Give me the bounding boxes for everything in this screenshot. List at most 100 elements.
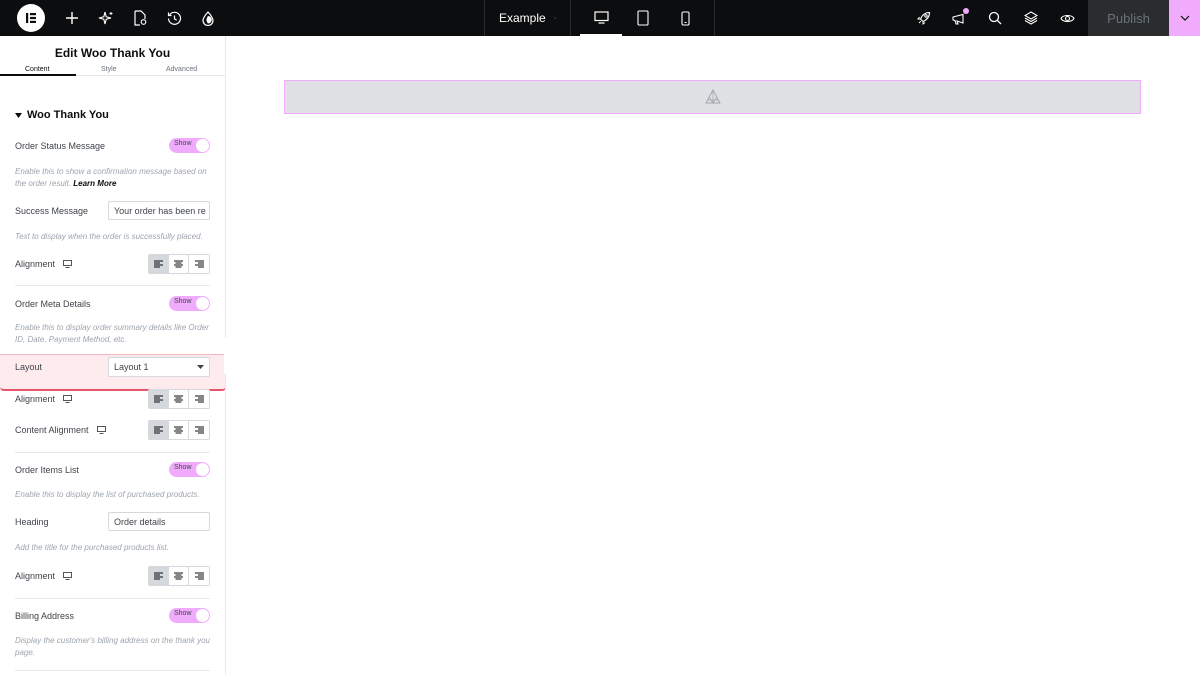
heading-description: Add the title for the purchased products…	[15, 543, 169, 552]
align-left-icon[interactable]	[149, 390, 169, 408]
order-status-toggle[interactable]: Show	[169, 138, 210, 153]
mobile-device-icon[interactable]	[664, 0, 706, 36]
notification-dot	[963, 8, 969, 14]
layout-label: Layout	[15, 362, 43, 372]
content-alignment-label: Content Alignment	[15, 425, 106, 435]
ai-sparkle-icon[interactable]	[89, 0, 123, 36]
align-left-icon[interactable]	[149, 421, 169, 439]
document-title-dropdown[interactable]: Example	[485, 0, 571, 36]
desktop-responsive-icon[interactable]	[63, 395, 72, 403]
order-status-row: Order Status Message Show	[15, 138, 210, 153]
publish-options-button[interactable]	[1169, 0, 1200, 36]
page-settings-icon[interactable]	[123, 0, 157, 36]
learn-more-link[interactable]: Learn More	[73, 179, 116, 188]
chevron-down-icon	[1180, 15, 1189, 21]
alignment-label-text: Alignment	[15, 259, 56, 269]
woo-thank-you-widget-placeholder[interactable]	[284, 80, 1141, 114]
search-icon[interactable]	[977, 0, 1013, 36]
preview-canvas	[227, 36, 1200, 675]
success-message-description: Text to display when the order is succes…	[15, 232, 203, 241]
toggle-label: Show	[174, 610, 192, 617]
document-selector[interactable]: Example	[484, 0, 571, 36]
tablet-device-icon[interactable]	[622, 0, 664, 36]
announcements-icon[interactable]	[941, 0, 977, 36]
layout-select[interactable]: Layout 1	[108, 357, 210, 377]
align-left-icon[interactable]	[149, 255, 169, 273]
success-message-input[interactable]: Your order has been re	[108, 201, 210, 220]
heading-input[interactable]: Order details	[108, 512, 210, 531]
content-alignment-label-text: Content Alignment	[15, 425, 89, 435]
align-center-icon[interactable]	[169, 567, 189, 585]
order-items-row: Order Items List Show	[15, 462, 210, 477]
toggle-knob	[196, 609, 209, 622]
history-icon[interactable]	[157, 0, 191, 36]
align-right-icon[interactable]	[189, 390, 209, 408]
alignment-label-text: Alignment	[15, 571, 56, 581]
alignment-label: Alignment	[15, 259, 72, 269]
tab-advanced[interactable]: Advanced	[166, 66, 197, 73]
layout-row: Layout Layout 1	[15, 357, 210, 377]
rocket-icon[interactable]	[905, 0, 941, 36]
divider	[714, 0, 715, 36]
billing-address-description: Display the customer's billing address o…	[15, 636, 210, 657]
preview-eye-icon[interactable]	[1049, 0, 1085, 36]
heading-row: Heading Order details	[15, 512, 210, 531]
divider	[15, 285, 210, 286]
responsive-device-switcher	[580, 0, 706, 36]
chevron-down-icon	[553, 17, 556, 19]
desktop-device-icon[interactable]	[580, 0, 622, 36]
toggle-knob	[196, 139, 209, 152]
caret-down-icon	[197, 365, 204, 369]
alignment-button-group	[148, 389, 210, 409]
add-element-icon[interactable]	[55, 0, 89, 36]
align-center-icon[interactable]	[169, 421, 189, 439]
publish-button[interactable]: Publish	[1088, 0, 1169, 36]
alignment-label: Alignment	[15, 394, 72, 404]
top-bar: Example Publish	[0, 0, 1200, 36]
order-meta-row: Order Meta Details Show	[15, 296, 210, 311]
top-bar-left-tools	[0, 0, 225, 36]
alignment-row: Alignment	[15, 566, 210, 586]
order-status-label: Order Status Message	[15, 140, 106, 151]
layers-icon[interactable]	[1013, 0, 1049, 36]
panel-title: Edit Woo Thank You	[54, 46, 171, 60]
section-title: Woo Thank You	[27, 109, 109, 121]
alignment-button-group	[148, 566, 210, 586]
theme-style-icon[interactable]	[191, 0, 225, 36]
desktop-responsive-icon[interactable]	[63, 572, 72, 580]
billing-address-label: Billing Address	[15, 610, 75, 621]
align-right-icon[interactable]	[189, 567, 209, 585]
align-center-icon[interactable]	[169, 255, 189, 273]
top-bar-right-tools	[905, 0, 1085, 36]
toggle-label: Show	[174, 298, 192, 305]
align-right-icon[interactable]	[189, 421, 209, 439]
section-header[interactable]: Woo Thank You	[15, 109, 109, 121]
alignment-label-text: Alignment	[15, 394, 56, 404]
toggle-label: Show	[174, 140, 192, 147]
billing-address-row: Billing Address Show	[15, 608, 210, 623]
alignment-button-group	[148, 420, 210, 440]
align-right-icon[interactable]	[189, 255, 209, 273]
tab-style[interactable]: Style	[101, 66, 117, 73]
billing-address-toggle[interactable]: Show	[169, 608, 210, 623]
elementor-placeholder-icon	[704, 89, 721, 104]
active-tab-indicator	[0, 74, 76, 76]
content-alignment-row: Content Alignment	[15, 420, 210, 440]
tab-content[interactable]: Content	[25, 66, 50, 73]
alignment-row: Alignment	[15, 389, 210, 409]
align-left-icon[interactable]	[149, 567, 169, 585]
order-status-description: Enable this to show a confirmation messa…	[15, 166, 210, 190]
success-message-row: Success Message Your order has been re	[15, 201, 210, 220]
desktop-responsive-icon[interactable]	[96, 426, 106, 434]
divider	[15, 670, 210, 671]
desktop-responsive-icon[interactable]	[63, 260, 72, 268]
order-items-description: Enable this to display the list of purch…	[15, 490, 200, 499]
toggle-knob	[196, 297, 209, 310]
order-meta-description: Enable this to display order summary det…	[15, 323, 209, 344]
order-items-toggle[interactable]: Show	[169, 462, 210, 477]
order-meta-toggle[interactable]: Show	[169, 296, 210, 311]
elementor-logo-icon[interactable]	[17, 4, 45, 32]
order-items-label: Order Items List	[15, 464, 80, 475]
align-center-icon[interactable]	[169, 390, 189, 408]
toggle-label: Show	[174, 464, 192, 471]
